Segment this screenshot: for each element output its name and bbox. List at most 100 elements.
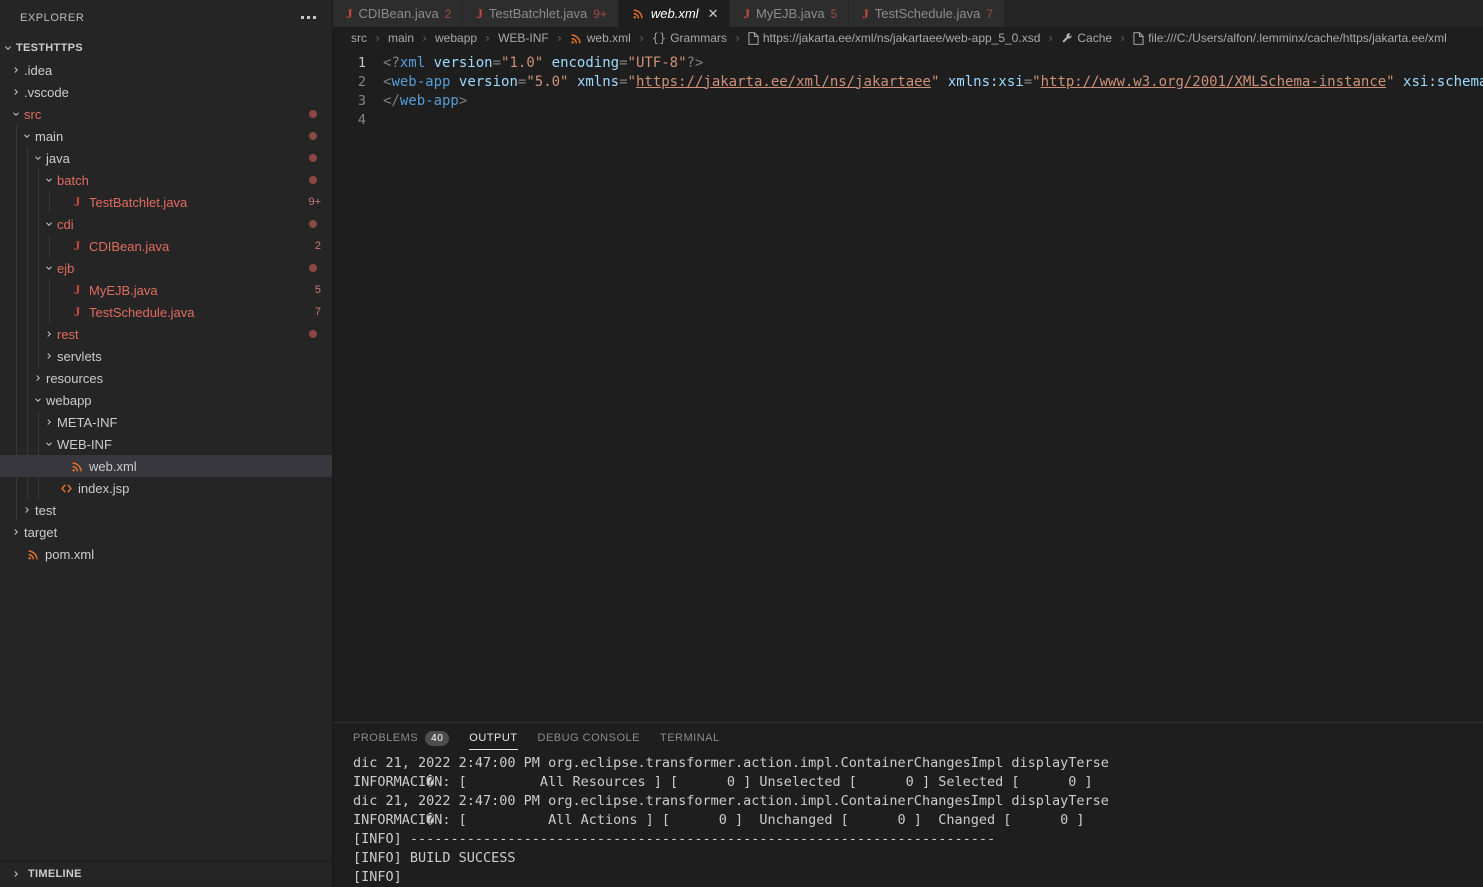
code-token-attr: encoding <box>552 55 619 71</box>
chevron-down-icon[interactable] <box>30 147 46 169</box>
tree-item-index-jsp[interactable]: index.jsp <box>0 477 332 499</box>
chevron-right-icon[interactable] <box>8 59 24 81</box>
breadcrumb-item-2[interactable]: webapp <box>435 31 477 45</box>
xml-icon <box>570 32 583 45</box>
chevron-right-icon[interactable] <box>8 521 24 543</box>
tree-item-src[interactable]: src <box>0 103 332 125</box>
chevron-right-icon[interactable] <box>19 499 35 521</box>
chevron-down-icon[interactable] <box>41 169 57 191</box>
error-count-badge: 9+ <box>308 196 321 208</box>
breadcrumb-item-6[interactable]: https://jakarta.ee/xml/ns/jakartaee/web-… <box>748 31 1041 45</box>
chevron-down-icon[interactable] <box>41 433 57 455</box>
tree-item-java[interactable]: java <box>0 147 332 169</box>
chevron-right-icon[interactable] <box>30 367 46 389</box>
indent-guide <box>27 213 28 235</box>
code-token-attr: xsi:schemaLocation <box>1403 74 1483 90</box>
ellipsis-icon[interactable] <box>297 12 320 23</box>
panel-tab-label: OUTPUT <box>469 732 517 744</box>
tree-item-rest[interactable]: rest <box>0 323 332 345</box>
tree-item-testschedule-java[interactable]: JTestSchedule.java7 <box>0 301 332 323</box>
chevron-right-icon[interactable] <box>41 323 57 345</box>
code-token-plain <box>939 74 947 90</box>
tree-item-test[interactable]: test <box>0 499 332 521</box>
code-editor[interactable]: 1<?xml version="1.0" encoding="UTF-8"?>2… <box>333 49 1483 722</box>
code-line: 2<web-app version="5.0" xmlns="https://j… <box>333 72 1483 91</box>
panel-tab-bar[interactable]: PROBLEMS40 OUTPUT DEBUG CONSOLE TERMINAL <box>333 723 1483 753</box>
editor-tab-myejb-java[interactable]: JMyEJB.java5 <box>730 0 849 27</box>
code-token-link[interactable]: http://www.w3.org/2001/XMLSchema-instanc… <box>1041 74 1387 90</box>
chevron-down-icon[interactable] <box>41 213 57 235</box>
editor-tab-testbatchlet-java[interactable]: JTestBatchlet.java9+ <box>463 0 618 27</box>
tree-item-servlets[interactable]: servlets <box>0 345 332 367</box>
breadcrumb-item-5[interactable]: {}Grammars <box>652 31 727 45</box>
tree-item-pom-xml[interactable]: pom.xml <box>0 543 332 565</box>
breadcrumb-separator-icon <box>555 34 564 43</box>
indent-guide <box>27 477 28 499</box>
chevron-down-icon[interactable] <box>19 125 35 147</box>
tree-item-web-inf[interactable]: WEB-INF <box>0 433 332 455</box>
panel-tab-label: PROBLEMS <box>353 732 418 744</box>
code-token-attr: version <box>459 74 518 90</box>
tree-item-batch[interactable]: batch <box>0 169 332 191</box>
indent-guide <box>16 279 17 301</box>
panel-tab-terminal[interactable]: TERMINAL <box>660 723 720 753</box>
tree-item-meta-inf[interactable]: META-INF <box>0 411 332 433</box>
breadcrumb-item-1[interactable]: main <box>388 31 414 45</box>
wrench-icon <box>1061 32 1073 44</box>
editor-tab-cdibean-java[interactable]: JCDIBean.java2 <box>333 0 463 27</box>
editor-tab-web-xml[interactable]: web.xml✕ <box>619 0 731 27</box>
close-icon[interactable]: ✕ <box>708 7 719 20</box>
breadcrumb-separator-icon <box>483 34 492 43</box>
file-tree[interactable]: TESTHTTPS .idea.vscodesrcmainjavabatchJT… <box>0 35 332 860</box>
timeline-section[interactable]: TIMELINE <box>0 860 332 887</box>
indent-guide <box>49 455 50 477</box>
tree-item-label: test <box>35 503 56 518</box>
code-token-plain <box>450 74 458 90</box>
tree-item-main[interactable]: main <box>0 125 332 147</box>
tree-item-vscode[interactable]: .vscode <box>0 81 332 103</box>
tree-item-webapp[interactable]: webapp <box>0 389 332 411</box>
code-text: </web-app> <box>383 93 467 109</box>
code-token-link[interactable]: https://jakarta.ee/xml/ns/jakartaee <box>636 74 931 90</box>
chevron-right-icon[interactable] <box>8 81 24 103</box>
indent-guide <box>16 235 17 257</box>
indent-guide <box>27 411 28 433</box>
error-count-badge: 2 <box>315 240 321 252</box>
java-file-icon: J <box>68 238 86 254</box>
breadcrumb-item-0[interactable]: src <box>351 31 367 45</box>
chevron-down-icon[interactable] <box>30 389 46 411</box>
editor-tab-bar[interactable]: JCDIBean.java2JTestBatchlet.java9+web.xm… <box>333 0 1483 27</box>
output-console[interactable]: INFORMACI�N: Input [ {} ] as [ {} ]: {}d… <box>333 753 1483 887</box>
chevron-right-icon[interactable] <box>41 345 57 367</box>
tree-item-label: cdi <box>57 217 74 232</box>
breadcrumb-item-4[interactable]: web.xml <box>570 31 631 45</box>
chevron-down-icon[interactable] <box>8 103 24 125</box>
panel-tab-debug-console[interactable]: DEBUG CONSOLE <box>538 723 640 753</box>
tree-item-resources[interactable]: resources <box>0 367 332 389</box>
output-line: [INFO] BUILD SUCCESS <box>353 849 1483 868</box>
tree-item-cdibean-java[interactable]: JCDIBean.java2 <box>0 235 332 257</box>
line-number: 4 <box>333 112 383 128</box>
indent-guide <box>27 367 28 389</box>
breadcrumb-label: file:///C:/Users/alfon/.lemminx/cache/ht… <box>1148 31 1447 45</box>
tree-item-testbatchlet-java[interactable]: JTestBatchlet.java9+ <box>0 191 332 213</box>
tree-item-myejb-java[interactable]: JMyEJB.java5 <box>0 279 332 301</box>
breadcrumb-item-7[interactable]: Cache <box>1061 31 1112 45</box>
editor-tab-testschedule-java[interactable]: JTestSchedule.java7 <box>849 0 1005 27</box>
chevron-right-icon[interactable] <box>41 411 57 433</box>
chevron-down-icon[interactable] <box>41 257 57 279</box>
panel-tab-problems[interactable]: PROBLEMS40 <box>353 723 449 753</box>
breadcrumb[interactable]: src main webapp WEB-INF web.xml {}Grammars htt… <box>333 27 1483 49</box>
breadcrumb-item-8[interactable]: file:///C:/Users/alfon/.lemminx/cache/ht… <box>1133 31 1447 45</box>
code-token-str: " <box>1032 74 1040 90</box>
tree-root-testhttps[interactable]: TESTHTTPS <box>0 37 332 59</box>
tree-item-cdi[interactable]: cdi <box>0 213 332 235</box>
tree-item-idea[interactable]: .idea <box>0 59 332 81</box>
breadcrumb-separator-icon <box>733 34 742 43</box>
tree-item-ejb[interactable]: ejb <box>0 257 332 279</box>
breadcrumb-item-3[interactable]: WEB-INF <box>498 31 549 45</box>
tree-item-web-xml[interactable]: web.xml <box>0 455 332 477</box>
tree-item-target[interactable]: target <box>0 521 332 543</box>
tree-item-label: .idea <box>24 63 52 78</box>
panel-tab-output[interactable]: OUTPUT <box>469 723 517 753</box>
